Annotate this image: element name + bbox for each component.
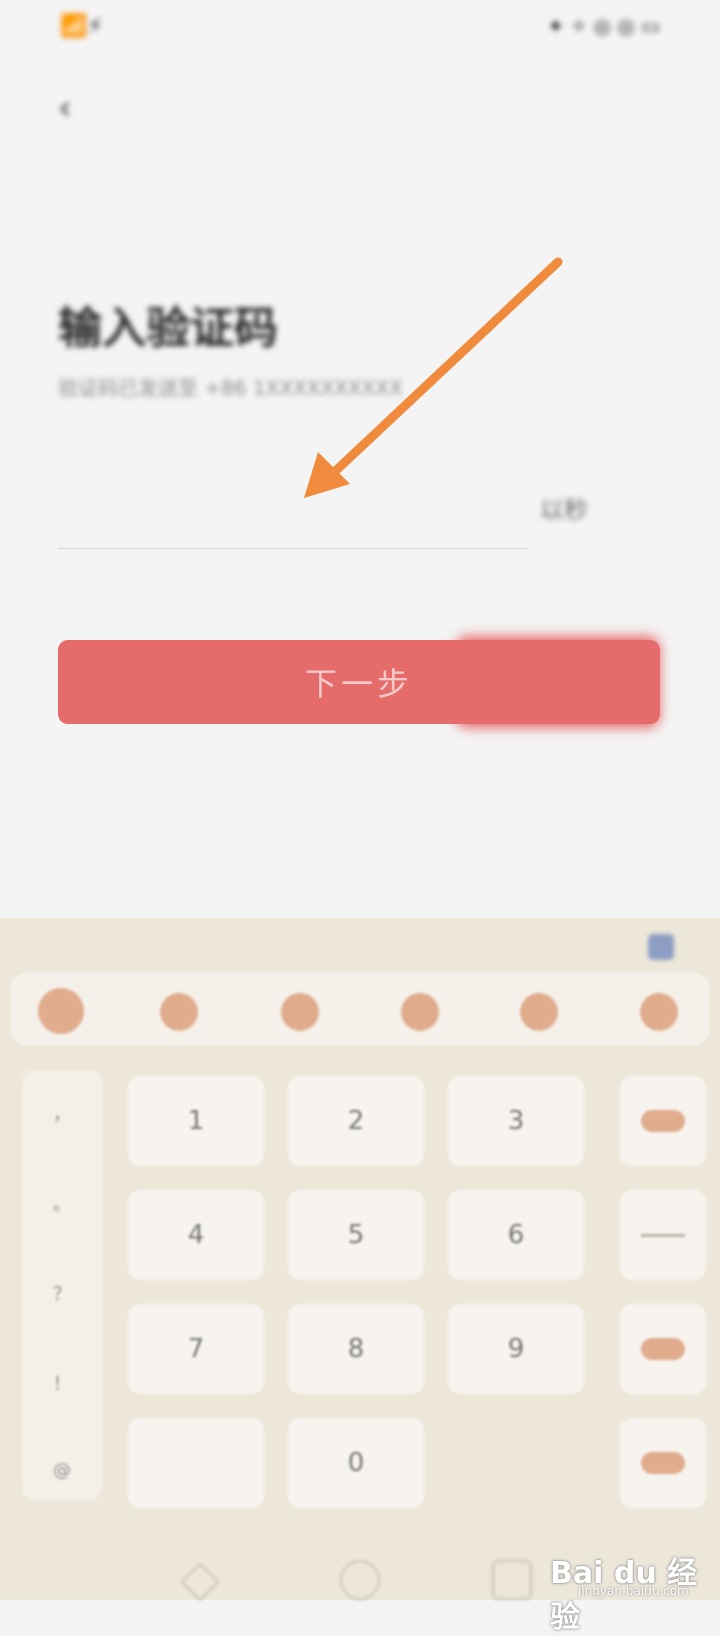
annotation-arrow-icon [304,257,563,498]
watermark-site: jingyan.baidu.com [578,1584,689,1598]
